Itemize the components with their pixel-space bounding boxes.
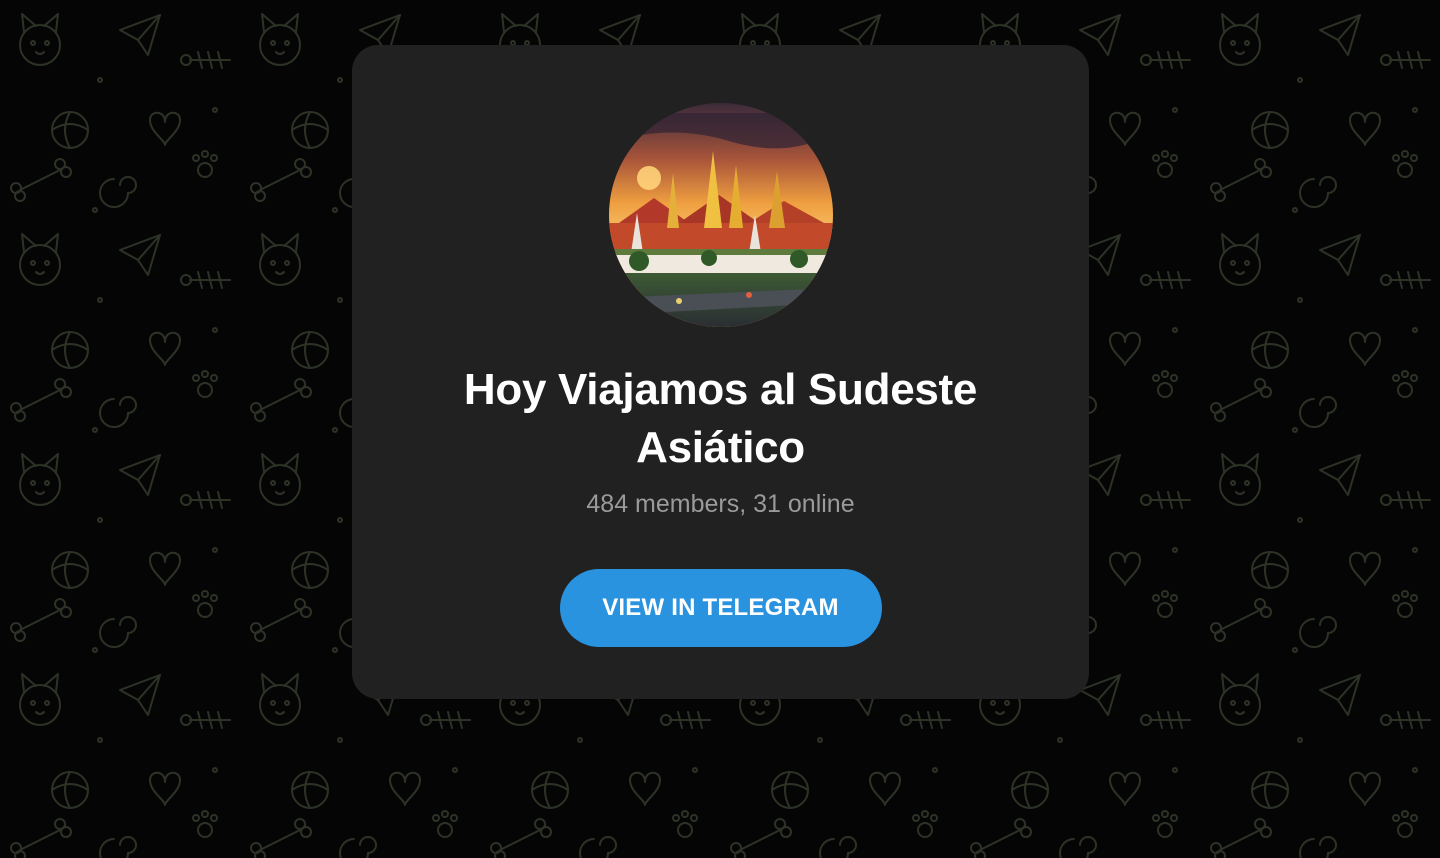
- channel-member-count: 484 members, 31 online: [586, 490, 855, 518]
- channel-card: Hoy Viajamos al Sudeste Asiático 484 mem…: [352, 45, 1089, 699]
- view-in-telegram-button[interactable]: VIEW IN TELEGRAM: [559, 569, 882, 647]
- channel-title: Hoy Viajamos al Sudeste Asiático: [463, 365, 978, 472]
- channel-avatar: [608, 103, 833, 327]
- temple-photo-icon: [608, 103, 833, 327]
